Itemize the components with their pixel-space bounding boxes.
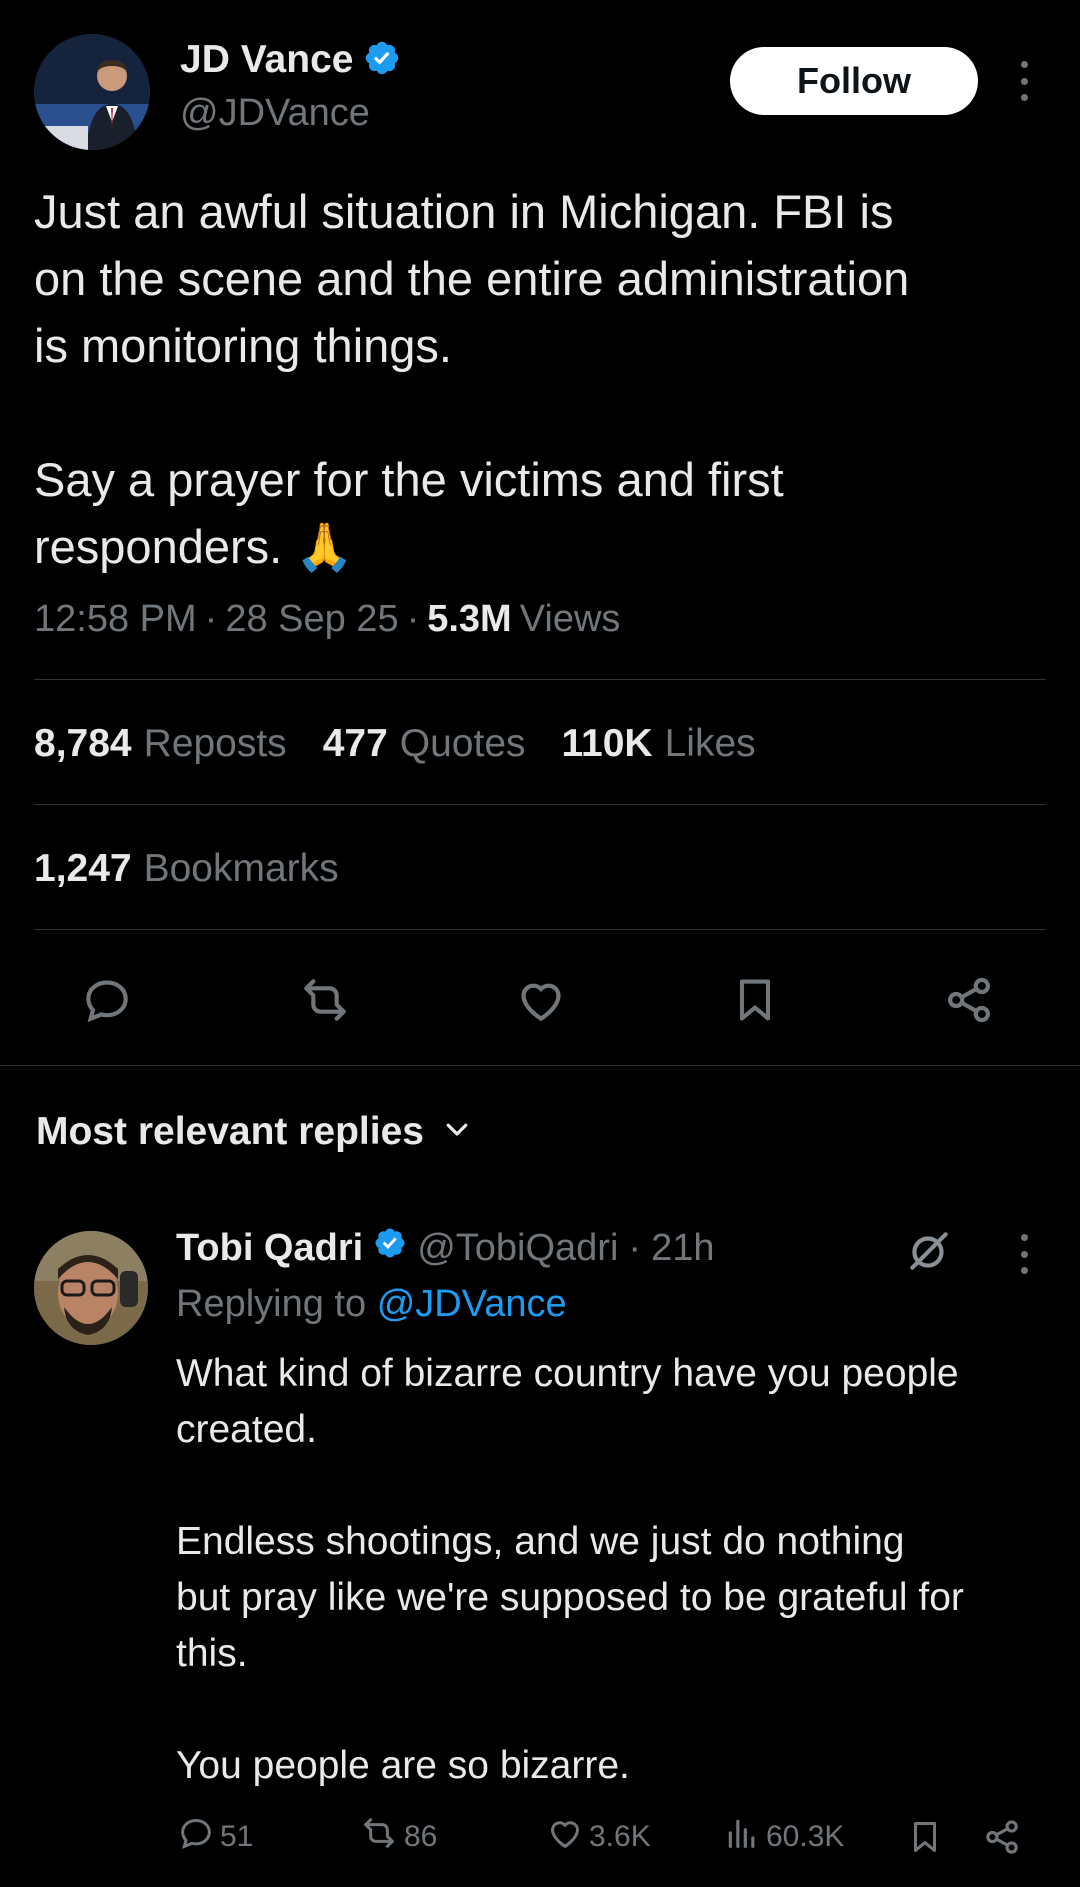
repost-icon[interactable] xyxy=(295,970,355,1030)
reply-time[interactable]: 21h xyxy=(651,1227,714,1270)
author-handle[interactable]: @JDVance xyxy=(180,92,370,135)
bookmark-icon[interactable] xyxy=(906,1812,944,1862)
reposts-label: Reposts xyxy=(143,722,287,765)
replying-prefix: Replying to xyxy=(176,1283,367,1325)
reply-repost-action[interactable]: 86 xyxy=(358,1812,437,1862)
reply-like-action[interactable]: 3.6K xyxy=(545,1812,651,1862)
reply-replies-count: 51 xyxy=(220,1820,254,1853)
reply-header: Tobi Qadri @TobiQadri · 21h xyxy=(176,1226,714,1270)
tweet-time[interactable]: 12:58 PM xyxy=(34,598,197,641)
share-icon[interactable] xyxy=(939,970,999,1030)
tweet-meta: 12:58 PM · 28 Sep 25 · 5.3M Views xyxy=(34,598,620,641)
replies-sort-dropdown[interactable]: Most relevant replies xyxy=(36,1110,472,1154)
likes-label: Likes xyxy=(664,722,756,765)
reposts-count: 8,784 xyxy=(34,722,132,765)
replying-to: Replying to @JDVance xyxy=(176,1283,567,1326)
divider xyxy=(34,929,1046,930)
tweet-action-bar xyxy=(0,970,1080,1030)
share-icon[interactable] xyxy=(981,1812,1023,1862)
reply-icon[interactable] xyxy=(77,970,137,1030)
reply-reposts-count: 86 xyxy=(404,1820,438,1853)
bookmarks-count: 1,247 xyxy=(34,847,132,890)
reply-text: What kind of bizarre country have you pe… xyxy=(176,1352,964,1787)
separator-dot: · xyxy=(204,598,218,640)
replying-to-link[interactable]: @JDVance xyxy=(377,1283,567,1325)
follow-button[interactable]: Follow xyxy=(730,47,978,115)
views-chart-icon xyxy=(722,1813,762,1861)
like-icon xyxy=(545,1813,585,1861)
reply-views-count: 60.3K xyxy=(766,1820,845,1853)
reply-likes-count: 3.6K xyxy=(589,1820,651,1853)
reply-views-action[interactable]: 60.3K xyxy=(722,1812,844,1862)
more-options-icon[interactable] xyxy=(1018,61,1030,101)
bookmarks-label: Bookmarks xyxy=(143,847,339,890)
bookmarks-stat[interactable]: 1,247 Bookmarks xyxy=(34,847,339,891)
reply-author-avatar[interactable] xyxy=(34,1231,148,1345)
reply-author-handle[interactable]: @TobiQadri xyxy=(417,1227,618,1270)
chevron-down-icon xyxy=(442,1110,472,1154)
author-avatar[interactable] xyxy=(34,34,150,150)
author-name[interactable]: JD Vance xyxy=(180,38,353,82)
grok-icon[interactable] xyxy=(904,1226,954,1281)
separator-dot: · xyxy=(406,598,420,640)
engagement-stats: 8,784 Reposts 477 Quotes 110K Likes xyxy=(34,722,756,766)
tweet-text: Just an awful situation in Michigan. FBI… xyxy=(34,185,910,573)
divider xyxy=(34,804,1046,805)
quotes-stat[interactable]: 477 Quotes xyxy=(323,722,526,766)
verified-badge-icon xyxy=(363,39,401,82)
reply-icon xyxy=(176,1813,216,1861)
likes-stat[interactable]: 110K Likes xyxy=(562,722,756,766)
divider xyxy=(0,1065,1080,1066)
author-name-row: JD Vance xyxy=(180,38,401,82)
bookmark-icon[interactable] xyxy=(725,970,785,1030)
reply-action-bar: 51 86 3.6K 60.3K xyxy=(0,1812,1080,1862)
verified-badge-icon xyxy=(373,1226,407,1270)
views-count: 5.3M xyxy=(427,598,512,640)
reply-author-name[interactable]: Tobi Qadri xyxy=(176,1227,363,1270)
divider xyxy=(34,679,1046,680)
more-options-icon[interactable] xyxy=(1018,1234,1030,1274)
replies-sort-label: Most relevant replies xyxy=(36,1110,424,1153)
repost-icon xyxy=(358,1813,400,1861)
quotes-label: Quotes xyxy=(399,722,526,765)
reposts-stat[interactable]: 8,784 Reposts xyxy=(34,722,287,766)
views-label: Views xyxy=(519,598,621,640)
separator-dot: · xyxy=(628,1226,642,1269)
likes-count: 110K xyxy=(561,722,653,765)
like-icon[interactable] xyxy=(511,970,571,1030)
tweet-date[interactable]: 28 Sep 25 xyxy=(225,598,398,641)
quotes-count: 477 xyxy=(322,722,388,765)
reply-replies-action[interactable]: 51 xyxy=(176,1812,253,1862)
